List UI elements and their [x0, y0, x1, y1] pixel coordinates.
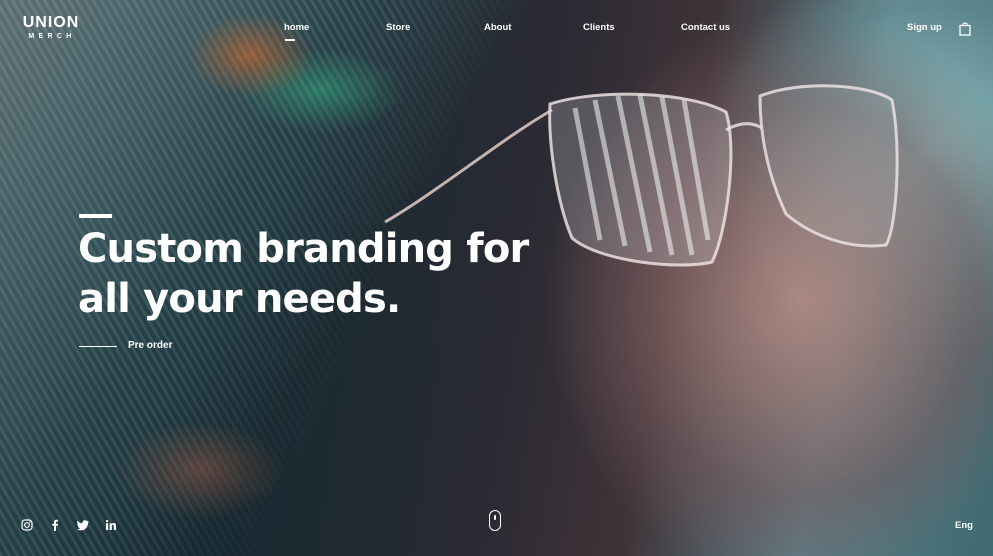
mouse-scroll-icon[interactable] [489, 510, 501, 531]
nav-active-indicator [285, 39, 295, 41]
instagram-icon[interactable] [21, 519, 33, 531]
linkedin-icon[interactable] [105, 519, 117, 531]
hero-headline-line-2: all your needs. [78, 276, 401, 322]
language-selector[interactable]: Eng [955, 520, 973, 532]
hero-section: UNION MERCH home Store About Clients Con… [0, 0, 993, 556]
nav-item-store[interactable]: Store [386, 22, 410, 34]
headline-accent-bar [79, 214, 112, 218]
twitter-icon[interactable] [77, 519, 89, 531]
pre-order-link[interactable]: Pre order [79, 339, 172, 353]
pre-order-label: Pre order [128, 340, 173, 351]
nav-item-home[interactable]: home [284, 22, 309, 34]
signup-link[interactable]: Sign up [907, 22, 942, 34]
hero-headline: Custom branding for all your needs. [78, 224, 598, 324]
shopping-bag-icon[interactable] [959, 22, 971, 36]
facebook-icon[interactable] [49, 519, 61, 531]
pre-order-line [79, 345, 117, 347]
hero-headline-line-1: Custom branding for [78, 226, 529, 272]
main-nav: home Store About Clients Contact us [0, 22, 993, 42]
social-links [21, 519, 133, 531]
scroll-wheel-dot [494, 515, 496, 520]
nav-item-contact[interactable]: Contact us [681, 22, 730, 34]
nav-item-clients[interactable]: Clients [583, 22, 615, 34]
nav-item-about[interactable]: About [484, 22, 511, 34]
